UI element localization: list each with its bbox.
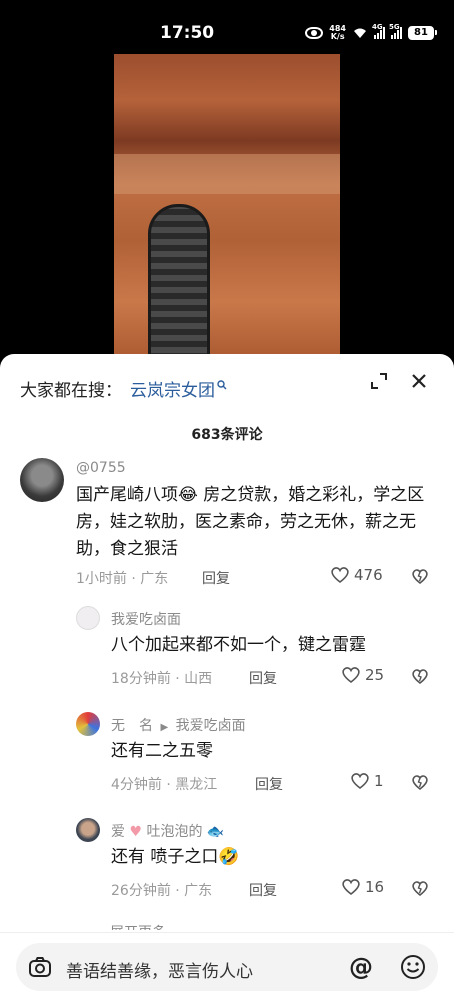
comment-text[interactable]: 八个加起来都不如一个，键之雷霆 bbox=[111, 632, 431, 659]
fullscreen-expand-icon[interactable] bbox=[370, 372, 388, 390]
like-button[interactable]: 25 bbox=[341, 666, 384, 684]
comment-location: · 广东 bbox=[175, 883, 213, 899]
mention-icon[interactable]: @ bbox=[349, 953, 373, 981]
comment-author-name-suffix[interactable]: 吐泡泡的 bbox=[146, 824, 202, 840]
video-player[interactable] bbox=[0, 54, 454, 364]
comment-author-name[interactable]: 无 名 bbox=[111, 718, 153, 734]
close-icon[interactable] bbox=[410, 372, 428, 390]
comment-location: · 山西 bbox=[175, 671, 213, 687]
comment-time: 26分钟前 · 广东 bbox=[111, 880, 212, 900]
comment-text[interactable]: 国产尾崎八项😂 房之贷款，婚之彩礼，学之区房，娃之软肋，医之素命，劳之无休，薪之… bbox=[76, 482, 426, 563]
fish-emoji-icon: 🐟 bbox=[206, 824, 225, 840]
avatar[interactable] bbox=[76, 712, 100, 736]
search-icon bbox=[217, 379, 227, 393]
bike-tyre bbox=[148, 204, 210, 364]
comment-author: 爱 ♥ 吐泡泡的 🐟 bbox=[111, 821, 224, 841]
comment-sheet: 大家都在搜： 云岚宗女团 683条评论 @0755 国产尾崎八项😂 房之贷款，婚… bbox=[0, 354, 454, 1000]
status-bar: 17:50 484 K/s 4G 5G 81 bbox=[0, 0, 454, 54]
video-frame bbox=[114, 54, 340, 364]
dislike-icon[interactable] bbox=[411, 668, 429, 684]
signal-5g-label: 5G bbox=[389, 23, 400, 31]
status-time: 17:50 bbox=[160, 23, 215, 43]
avatar[interactable] bbox=[20, 458, 64, 502]
battery-icon: 81 bbox=[408, 26, 437, 40]
network-speed: 484 K/s bbox=[329, 25, 346, 41]
comment-reply-item: 无 名 ▶ 我爱吃卤面 还有二之五零 4分钟前 · 黑龙江 回复 1 bbox=[0, 710, 454, 800]
dislike-icon[interactable] bbox=[411, 568, 429, 584]
canyon-ledge bbox=[114, 154, 340, 194]
like-count: 16 bbox=[365, 878, 385, 896]
like-button[interactable]: 476 bbox=[330, 566, 383, 584]
like-count: 476 bbox=[354, 566, 383, 584]
heart-icon bbox=[331, 567, 349, 584]
comment-author[interactable]: @0755 bbox=[76, 460, 126, 476]
signal-5g-icon: 5G bbox=[389, 23, 402, 39]
comment-input[interactable]: 善语结善缘，恶言伤人心 @ bbox=[16, 943, 438, 991]
comment-count: 683条评论 bbox=[191, 427, 263, 443]
comment-reply-item: 爱 ♥ 吐泡泡的 🐟 还有 喷子之口🤣 26分钟前 · 广东 回复 16 bbox=[0, 816, 454, 906]
comment-time-text: 4分钟前 bbox=[111, 777, 162, 793]
comment-input-bar: 善语结善缘，恶言伤人心 @ bbox=[0, 932, 454, 1000]
dislike-icon[interactable] bbox=[411, 880, 429, 896]
status-icons: 484 K/s 4G 5G 81 bbox=[305, 23, 437, 42]
search-suggestion[interactable]: 大家都在搜： 云岚宗女团 bbox=[20, 376, 227, 401]
network-speed-unit: K/s bbox=[330, 32, 345, 41]
reply-arrow-icon: ▶ bbox=[160, 722, 169, 733]
search-term[interactable]: 云岚宗女团 bbox=[130, 376, 215, 401]
comment-input-placeholder: 善语结善缘，恶言伤人心 bbox=[66, 962, 253, 982]
expand-more-replies[interactable]: 展开更多 bbox=[110, 922, 166, 930]
like-button[interactable]: 1 bbox=[350, 772, 384, 790]
comment-time-text: 26分钟前 bbox=[111, 883, 171, 899]
signal-4g-icon: 4G bbox=[372, 23, 385, 39]
signal-4g-label: 4G bbox=[372, 23, 383, 31]
like-count: 25 bbox=[365, 666, 385, 684]
heart-icon bbox=[342, 667, 360, 684]
comment-text[interactable]: 还有 喷子之口🤣 bbox=[111, 844, 431, 871]
comment-time: 4分钟前 · 黑龙江 bbox=[111, 774, 217, 794]
search-prefix: 大家都在搜： bbox=[20, 381, 122, 401]
camera-icon[interactable] bbox=[28, 956, 52, 978]
comment-time: 1小时前 · 广东 bbox=[76, 568, 168, 588]
comment-author[interactable]: 我爱吃卤面 bbox=[111, 609, 181, 629]
like-count: 1 bbox=[374, 772, 384, 790]
reply-button[interactable]: 回复 bbox=[249, 880, 277, 900]
eye-icon bbox=[305, 27, 324, 39]
reply-button[interactable]: 回复 bbox=[255, 774, 283, 794]
emoji-icon[interactable] bbox=[400, 954, 426, 980]
comment-author-name[interactable]: 爱 bbox=[111, 824, 125, 840]
comment-location: · 黑龙江 bbox=[166, 777, 218, 793]
comment-author: 无 名 ▶ 我爱吃卤面 bbox=[111, 715, 246, 735]
like-button[interactable]: 16 bbox=[341, 878, 384, 896]
reply-target[interactable]: 我爱吃卤面 bbox=[176, 718, 246, 734]
comment-reply-item: 我爱吃卤面 八个加起来都不如一个，键之雷霆 18分钟前 · 山西 回复 25 bbox=[0, 604, 454, 694]
reply-button[interactable]: 回复 bbox=[249, 668, 277, 688]
heart-emoji-icon: ♥ bbox=[129, 824, 143, 840]
comment-item: @0755 国产尾崎八项😂 房之贷款，婚之彩礼，学之区房，娃之软肋，医之素命，劳… bbox=[0, 454, 454, 594]
heart-icon bbox=[342, 879, 360, 896]
avatar[interactable] bbox=[76, 606, 100, 630]
dislike-icon[interactable] bbox=[411, 774, 429, 790]
comment-time-text: 18分钟前 bbox=[111, 671, 171, 687]
comment-time-text: 1小时前 bbox=[76, 571, 127, 587]
wifi-icon bbox=[354, 28, 366, 38]
comment-time: 18分钟前 · 山西 bbox=[111, 668, 212, 688]
heart-icon bbox=[351, 773, 369, 790]
comment-location: · 广东 bbox=[131, 571, 169, 587]
reply-button[interactable]: 回复 bbox=[202, 568, 230, 588]
avatar[interactable] bbox=[76, 818, 100, 842]
comment-text[interactable]: 还有二之五零 bbox=[111, 738, 431, 765]
